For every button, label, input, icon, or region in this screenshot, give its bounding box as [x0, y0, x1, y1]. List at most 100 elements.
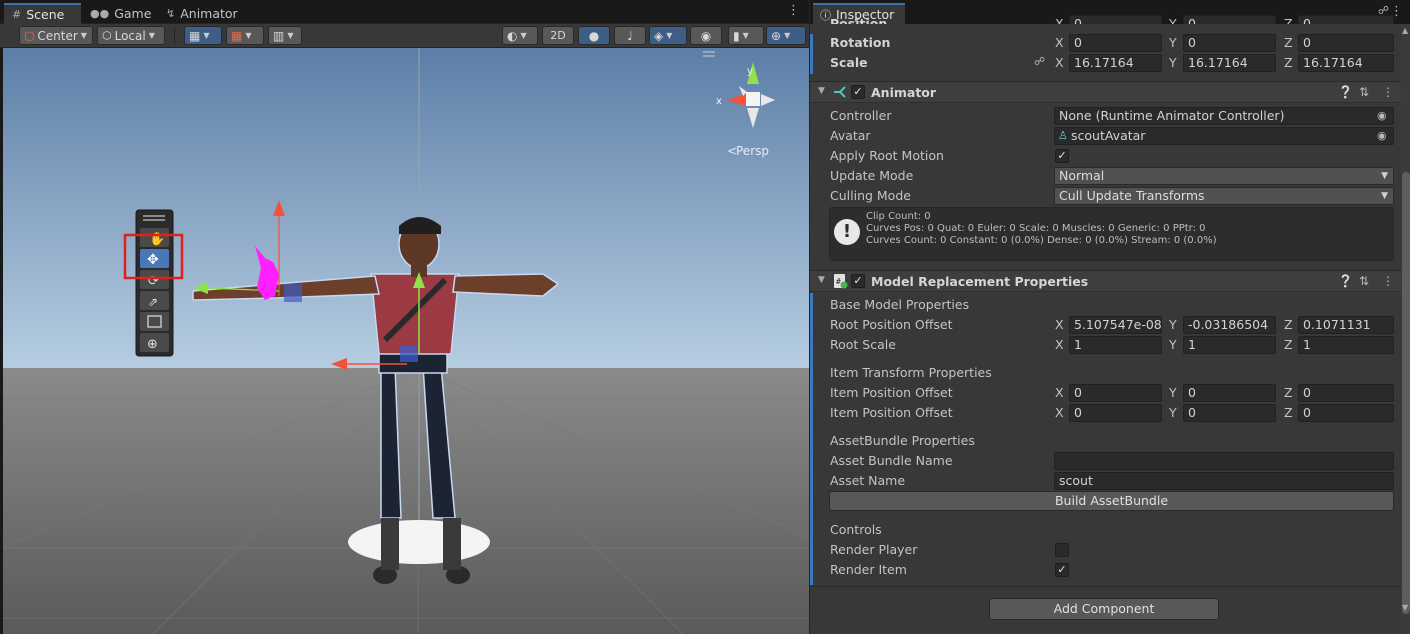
- culling-mode-dropdown[interactable]: Cull Update Transforms ▼: [1054, 187, 1394, 205]
- animator-component-icon: [834, 86, 846, 98]
- root-position-y-field[interactable]: -0.03186504: [1183, 316, 1276, 334]
- chevron-down-icon: ▼: [80, 31, 87, 40]
- item-position-1-y-field[interactable]: 0: [1183, 384, 1276, 402]
- model-replacement-enabled-checkbox[interactable]: ✓: [851, 274, 865, 288]
- asset-bundle-name-field[interactable]: [1054, 452, 1394, 470]
- avatar-row: Avatar scoutAvatar ♙ ◉: [810, 126, 1400, 146]
- persp-label[interactable]: < Persp: [727, 144, 769, 158]
- svg-text:⇗: ⇗: [148, 295, 158, 309]
- info-exclamation-icon: !: [834, 219, 860, 245]
- help-icon[interactable]: ❔: [1338, 274, 1353, 288]
- gizmos-button[interactable]: ⊕ ▼: [766, 26, 806, 45]
- item-position-2-x-field[interactable]: 0: [1069, 404, 1162, 422]
- item-position-1-z-field[interactable]: 0: [1298, 384, 1394, 402]
- shaded-sphere-icon: ◐: [507, 28, 518, 43]
- draw-mode-button[interactable]: ◐ ▼: [502, 26, 538, 45]
- tab-game[interactable]: ●● Game: [82, 3, 159, 24]
- lightbulb-icon: ●: [588, 28, 600, 43]
- camera-icon: ▮: [733, 28, 740, 43]
- scale-z-field[interactable]: 16.17164: [1298, 54, 1394, 72]
- tab-animator[interactable]: ↯ Animator: [158, 3, 246, 24]
- asset-name-row: Asset Name scout: [810, 471, 1400, 491]
- audio-toggle-button[interactable]: ♩: [614, 26, 646, 45]
- item-position-2-y-field[interactable]: 0: [1183, 404, 1276, 422]
- avatar-figure-icon: ♙: [1058, 129, 1068, 142]
- scale-x-field[interactable]: 16.17164: [1069, 54, 1162, 72]
- scene-panel: # Scene ●● Game ↯ Animator ⋮ ▢ Center ▼ …: [0, 0, 809, 634]
- grid-lines-icon: ▥: [273, 28, 285, 43]
- scroll-down-icon[interactable]: ▼: [1402, 603, 1408, 612]
- tab-scene[interactable]: # Scene: [4, 3, 81, 24]
- scene-viewport[interactable]: x y < Persp ✋ ✥ ⟳ ⇗ ⊕: [3, 48, 809, 634]
- chevron-down-icon: ▼: [1381, 191, 1388, 201]
- chevron-down-icon: ▼: [203, 31, 210, 40]
- root-scale-y-field[interactable]: 1: [1183, 336, 1276, 354]
- lighting-toggle-button[interactable]: ●: [578, 26, 610, 45]
- scroll-up-icon[interactable]: ▲: [1402, 26, 1408, 35]
- object-picker-icon[interactable]: ◉: [1377, 109, 1387, 122]
- model-replacement-component-header[interactable]: ▼ # ✓ Model Replacement Properties ❔ ⇅ ⋮: [810, 270, 1410, 292]
- controls-header-row: Controls: [830, 522, 882, 537]
- build-assetbundle-button[interactable]: Build AssetBundle: [829, 491, 1394, 511]
- rotation-x-field[interactable]: 0: [1069, 34, 1162, 52]
- transform-scale-row: Scale ☍ X 16.17164 Y 16.17164 Z 16.17164: [810, 53, 1400, 73]
- animator-icon: ↯: [166, 7, 176, 20]
- chevron-down-icon: ▼: [245, 31, 252, 40]
- scale-y-field[interactable]: 16.17164: [1183, 54, 1276, 72]
- svg-text:✥: ✥: [147, 252, 159, 268]
- avatar-field[interactable]: scoutAvatar: [1054, 127, 1394, 145]
- render-item-checkbox[interactable]: ✓: [1055, 563, 1069, 577]
- grid-visibility-button[interactable]: ▥ ▼: [268, 26, 302, 45]
- asset-bundle-name-row: Asset Bundle Name: [810, 451, 1400, 471]
- help-icon[interactable]: ❔: [1338, 85, 1353, 99]
- svg-text:#: #: [836, 277, 841, 286]
- root-position-x-field[interactable]: 5.107547e-08: [1069, 316, 1162, 334]
- render-player-checkbox[interactable]: [1055, 543, 1069, 557]
- script-component-icon: #: [834, 274, 848, 289]
- controller-field[interactable]: None (Runtime Animator Controller): [1054, 107, 1394, 125]
- effects-toggle-button[interactable]: ◈ ▼: [649, 26, 687, 45]
- rotation-y-field[interactable]: 0: [1183, 34, 1276, 52]
- constrain-proportions-icon[interactable]: ☍: [1034, 55, 1045, 68]
- scrollbar-thumb[interactable]: [1402, 172, 1410, 614]
- scene-menu-icon[interactable]: ⋮: [787, 4, 800, 18]
- grid-snap-button[interactable]: ▦ ▼: [184, 26, 222, 45]
- presets-icon[interactable]: ⇅: [1359, 274, 1369, 288]
- animator-component-header[interactable]: ▼ ✓ Animator ❔ ⇅ ⋮: [810, 81, 1410, 103]
- root-scale-z-field[interactable]: 1: [1298, 336, 1394, 354]
- pivot-rotation-dropdown[interactable]: ⬡ Local ▼: [97, 26, 165, 45]
- 2d-mode-button[interactable]: 2D: [542, 26, 574, 45]
- xy-plane-handle[interactable]: [400, 346, 418, 362]
- camera-settings-button[interactable]: ▮ ▼: [728, 26, 764, 45]
- update-mode-dropdown[interactable]: Normal ▼: [1054, 167, 1394, 185]
- inspector-scrollbar[interactable]: ▲ ▼: [1401, 24, 1410, 634]
- foldout-arrow-icon[interactable]: ▼: [818, 275, 825, 285]
- root-scale-x-field[interactable]: 1: [1069, 336, 1162, 354]
- item-position-1-x-field[interactable]: 0: [1069, 384, 1162, 402]
- increment-snap-icon: ▦: [231, 28, 243, 43]
- increment-snap-button[interactable]: ▦ ▼: [226, 26, 264, 45]
- object-picker-icon[interactable]: ◉: [1377, 129, 1387, 142]
- grid-icon: #: [12, 8, 22, 21]
- hand-gizmo-plane[interactable]: [284, 284, 302, 302]
- animator-info-box: ! Clip Count: 0 Curves Pos: 0 Quat: 0 Eu…: [829, 207, 1394, 261]
- foldout-arrow-icon[interactable]: ▼: [818, 86, 825, 96]
- component-menu-icon[interactable]: ⋮: [1382, 274, 1394, 288]
- item-position-2-z-field[interactable]: 0: [1298, 404, 1394, 422]
- asset-name-field[interactable]: scout: [1054, 472, 1394, 490]
- pivot-mode-dropdown[interactable]: ▢ Center ▼: [19, 26, 93, 45]
- root-position-z-field[interactable]: 0.1071131: [1298, 316, 1394, 334]
- svg-text:x: x: [716, 96, 722, 107]
- apply-root-motion-checkbox[interactable]: ✓: [1055, 149, 1069, 163]
- presets-icon[interactable]: ⇅: [1359, 85, 1369, 99]
- item-position-offset-row-2: Item Position Offset X 0 Y 0 Z 0: [810, 403, 1400, 423]
- render-item-row: Render Item ✓: [810, 560, 1400, 580]
- local-cube-icon: ⬡: [102, 29, 112, 42]
- scene-visibility-button[interactable]: ◉: [690, 26, 722, 45]
- rotation-z-field[interactable]: 0: [1298, 34, 1394, 52]
- root-scale-row: Root Scale X 1 Y 1 Z 1: [810, 335, 1400, 355]
- component-menu-icon[interactable]: ⋮: [1382, 85, 1394, 99]
- animator-enabled-checkbox[interactable]: ✓: [851, 85, 865, 99]
- add-component-button[interactable]: Add Component: [989, 598, 1219, 620]
- rect-tool-icon[interactable]: [140, 312, 169, 331]
